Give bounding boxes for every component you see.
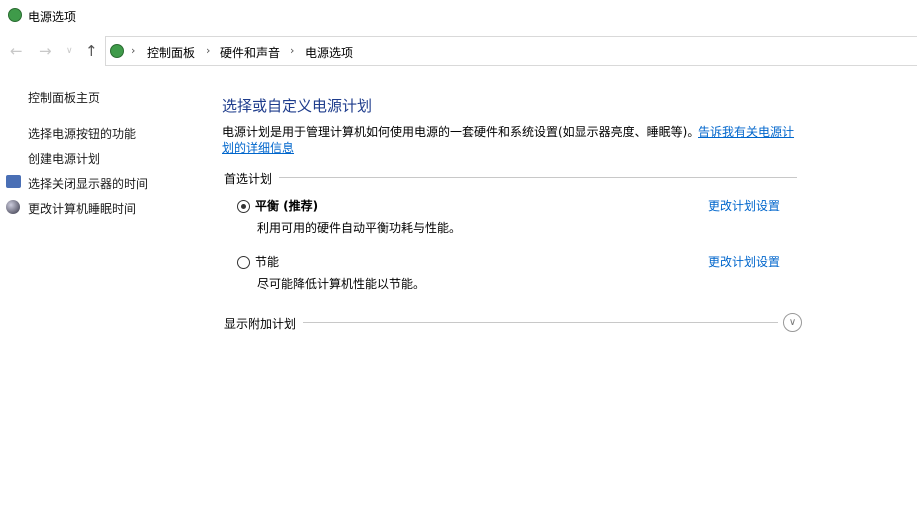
learn-more-link-cont[interactable]: 划的详细信息 [222,139,294,156]
divider [279,177,797,178]
plan-power-saver-desc: 尽可能降低计算机性能以节能。 [257,277,426,291]
preferred-plans-heading: 首选计划 [224,172,273,186]
power-options-icon [8,8,22,22]
sidebar-item-display-off[interactable]: 选择关闭显示器的时间 [28,175,148,192]
plan-balanced-radio[interactable] [237,200,250,213]
display-clock-icon [6,175,21,188]
description: 电源计划是用于管理计算机如何使用电源的一套硬件和系统设置(如显示器亮度、睡眠等)… [222,125,700,139]
breadcrumb-hardware-sound[interactable]: 硬件和声音 [220,44,280,61]
chevron-right-icon: › [290,44,295,57]
address-bar[interactable]: › 控制面板 › 硬件和声音 › 电源选项 [105,36,917,66]
moon-icon [6,200,20,214]
breadcrumb-control-panel[interactable]: 控制面板 [147,44,195,61]
page-title: 选择或自定义电源计划 [222,97,373,115]
additional-plans-heading[interactable]: 显示附加计划 [224,315,296,332]
sidebar-item-sleep-time[interactable]: 更改计算机睡眠时间 [28,200,136,217]
chevron-right-icon: › [206,44,211,57]
title-bar: 电源选项 [0,0,917,31]
expand-chevron-icon[interactable]: ∨ [783,313,802,332]
change-plan-settings-link[interactable]: 更改计划设置 [708,197,780,214]
plan-balanced-desc: 利用可用的硬件自动平衡功耗与性能。 [257,221,462,235]
sidebar-item-power-button[interactable]: 选择电源按钮的功能 [28,125,136,142]
back-button[interactable]: ← [10,42,23,60]
learn-more-link[interactable]: 告诉我有关电源计 [698,123,794,140]
recent-locations-dropdown[interactable]: ∨ [66,46,73,56]
plan-power-saver-radio[interactable] [237,256,250,269]
sidebar-item-control-panel-home[interactable]: 控制面板主页 [28,89,100,106]
breadcrumb-power-options[interactable]: 电源选项 [305,44,353,61]
up-button[interactable]: ↑ [85,42,98,60]
plan-balanced-name[interactable]: 平衡 (推荐) [255,197,318,214]
sidebar-item-create-plan[interactable]: 创建电源计划 [28,150,100,167]
plan-power-saver-name[interactable]: 节能 [255,253,279,270]
chevron-right-icon: › [131,44,136,57]
divider [303,322,778,323]
power-options-icon [110,44,124,58]
window-title: 电源选项 [28,10,77,24]
change-plan-settings-link[interactable]: 更改计划设置 [708,253,780,270]
forward-button[interactable]: → [39,42,52,60]
